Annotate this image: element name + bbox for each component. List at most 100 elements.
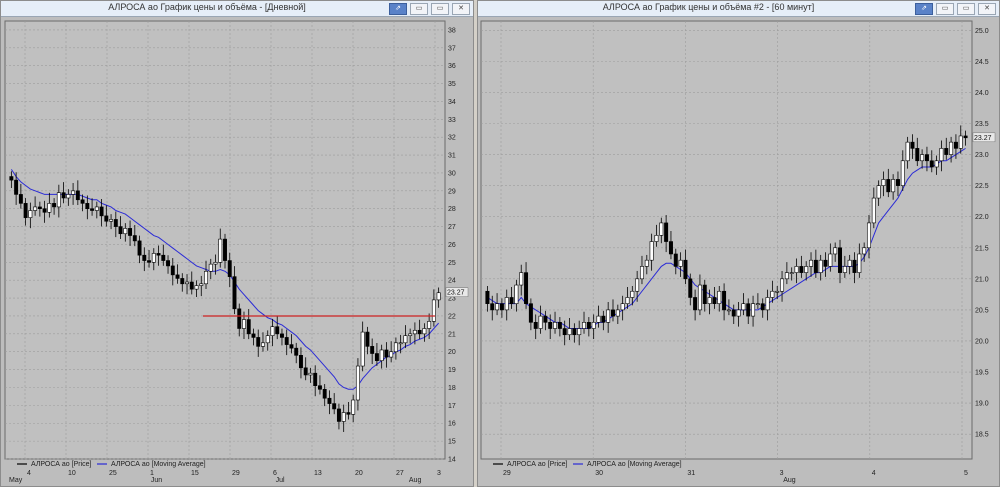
candle-body bbox=[668, 241, 673, 255]
candle-body bbox=[261, 342, 265, 347]
candle-body bbox=[770, 290, 775, 298]
candle-body bbox=[23, 203, 28, 218]
legend-price-label: АЛРОСА ао [Price] bbox=[507, 461, 568, 468]
candle-body bbox=[490, 303, 495, 311]
link-icon[interactable]: ⇗ bbox=[915, 3, 933, 15]
x-tick-label: 31 bbox=[687, 470, 695, 477]
daily-chart-area[interactable]: 14 15 16 17 18 19 20 21 22 23 24 25 26 27 28 29 30 31 32 33… bbox=[1, 17, 473, 486]
y-tick-label: 19 bbox=[448, 367, 456, 374]
candle-body bbox=[104, 215, 109, 222]
y-tick-label: 30 bbox=[448, 170, 456, 177]
candle-body bbox=[431, 299, 436, 322]
candle-body bbox=[900, 160, 905, 186]
candle-body bbox=[332, 403, 337, 410]
candle-body bbox=[678, 259, 683, 267]
candle-body bbox=[118, 226, 123, 235]
close-button[interactable]: ✕ bbox=[452, 3, 470, 15]
candle-body bbox=[775, 290, 780, 293]
y-tick-label: 24.0 bbox=[975, 90, 989, 97]
candle-body bbox=[557, 322, 562, 329]
candle-body bbox=[577, 328, 582, 336]
candle-body bbox=[649, 241, 654, 261]
candle-body bbox=[611, 309, 615, 317]
candle-body bbox=[80, 199, 85, 204]
maximize-button[interactable]: ▭ bbox=[431, 3, 449, 15]
y-tick-label: 27 bbox=[448, 224, 456, 231]
y-tick-label: 24 bbox=[448, 278, 456, 285]
candle-body bbox=[659, 222, 664, 236]
candle-body bbox=[147, 260, 152, 263]
candle-body bbox=[56, 192, 61, 208]
link-icon[interactable]: ⇗ bbox=[389, 3, 407, 15]
maximize-button[interactable]: ▭ bbox=[957, 3, 975, 15]
candle-body bbox=[298, 355, 303, 369]
x-tick-label: 30 bbox=[595, 470, 603, 477]
x-tick-label: 4 bbox=[872, 470, 876, 477]
candle-body bbox=[615, 309, 620, 317]
candle-body bbox=[99, 206, 104, 217]
candle-body bbox=[635, 278, 640, 292]
daily-chart-window[interactable]: АЛРОСА ао График цены и объёма - [Дневно… bbox=[0, 0, 474, 487]
candle-body bbox=[809, 259, 814, 267]
candle-body bbox=[688, 278, 693, 298]
y-tick-label: 38 bbox=[448, 27, 456, 34]
candle-body bbox=[436, 292, 441, 301]
x-tick-label: 13 bbox=[314, 470, 322, 477]
y-tick-label: 22 bbox=[448, 313, 456, 320]
daily-chart-titlebar[interactable]: АЛРОСА ао График цены и объёма - [Дневно… bbox=[1, 1, 473, 17]
hourly-price-chart[interactable]: 18.5 19.0 19.5 20.0 20.5 21.0 21.5 22.0 22.5 23.0… bbox=[478, 17, 999, 486]
candle-body bbox=[726, 309, 731, 312]
candle-body bbox=[712, 297, 717, 304]
candle-body bbox=[866, 222, 871, 249]
candle-body bbox=[722, 290, 727, 311]
legend-ma-label: АЛРОСА ао [Moving Average] bbox=[111, 461, 206, 468]
candle-body bbox=[823, 259, 828, 267]
candle-body bbox=[538, 315, 543, 329]
candle-body bbox=[52, 203, 57, 208]
candle-body bbox=[47, 203, 52, 213]
candle-body bbox=[784, 272, 789, 280]
x-tick-label: 3 bbox=[780, 470, 784, 477]
candle-body bbox=[630, 290, 635, 298]
candle-body bbox=[905, 141, 910, 162]
candle-body bbox=[85, 203, 90, 210]
close-button[interactable]: ✕ bbox=[978, 3, 996, 15]
candle-body bbox=[601, 315, 606, 323]
candle-body bbox=[398, 342, 403, 345]
candle-body bbox=[596, 315, 601, 323]
x-tick-label: 1 bbox=[150, 470, 154, 477]
hourly-chart-window[interactable]: АЛРОСА ао График цены и объёма #2 - [60 … bbox=[477, 0, 1000, 487]
y-tick-label: 19.5 bbox=[975, 370, 989, 377]
candle-body bbox=[379, 349, 384, 361]
candle-body bbox=[485, 290, 490, 304]
candle-body bbox=[384, 349, 389, 358]
x-tick-label: 4 bbox=[27, 470, 31, 477]
candle-body bbox=[760, 303, 765, 311]
candle-body bbox=[365, 331, 370, 347]
candle-body bbox=[355, 365, 360, 401]
candle-body bbox=[707, 297, 712, 304]
candle-body bbox=[842, 266, 847, 273]
y-tick-label: 21 bbox=[448, 331, 456, 338]
x-month-label: Aug bbox=[409, 477, 422, 484]
candle-body bbox=[303, 367, 308, 376]
y-tick-label: 18 bbox=[448, 385, 456, 392]
candle-body bbox=[702, 284, 707, 304]
minimize-button[interactable]: ▭ bbox=[936, 3, 954, 15]
hourly-chart-area[interactable]: 18.5 19.0 19.5 20.0 20.5 21.0 21.5 22.0 22.5 23.0… bbox=[478, 17, 999, 486]
daily-price-chart[interactable]: 1415161718192021222324252627282930313233… bbox=[1, 17, 473, 486]
candle-body bbox=[408, 333, 413, 336]
candle-body bbox=[275, 326, 280, 335]
candle-body bbox=[693, 297, 698, 311]
candle-body bbox=[813, 259, 818, 273]
candle-body bbox=[780, 278, 785, 292]
candle-body bbox=[794, 266, 799, 273]
y-tick-label: 34 bbox=[448, 99, 456, 106]
candle-body bbox=[548, 322, 553, 329]
candle-body bbox=[374, 353, 379, 361]
candle-body bbox=[620, 303, 625, 311]
candle-body bbox=[280, 333, 284, 338]
candle-body bbox=[746, 303, 751, 317]
minimize-button[interactable]: ▭ bbox=[410, 3, 428, 15]
hourly-chart-titlebar[interactable]: АЛРОСА ао График цены и объёма #2 - [60 … bbox=[478, 1, 999, 17]
